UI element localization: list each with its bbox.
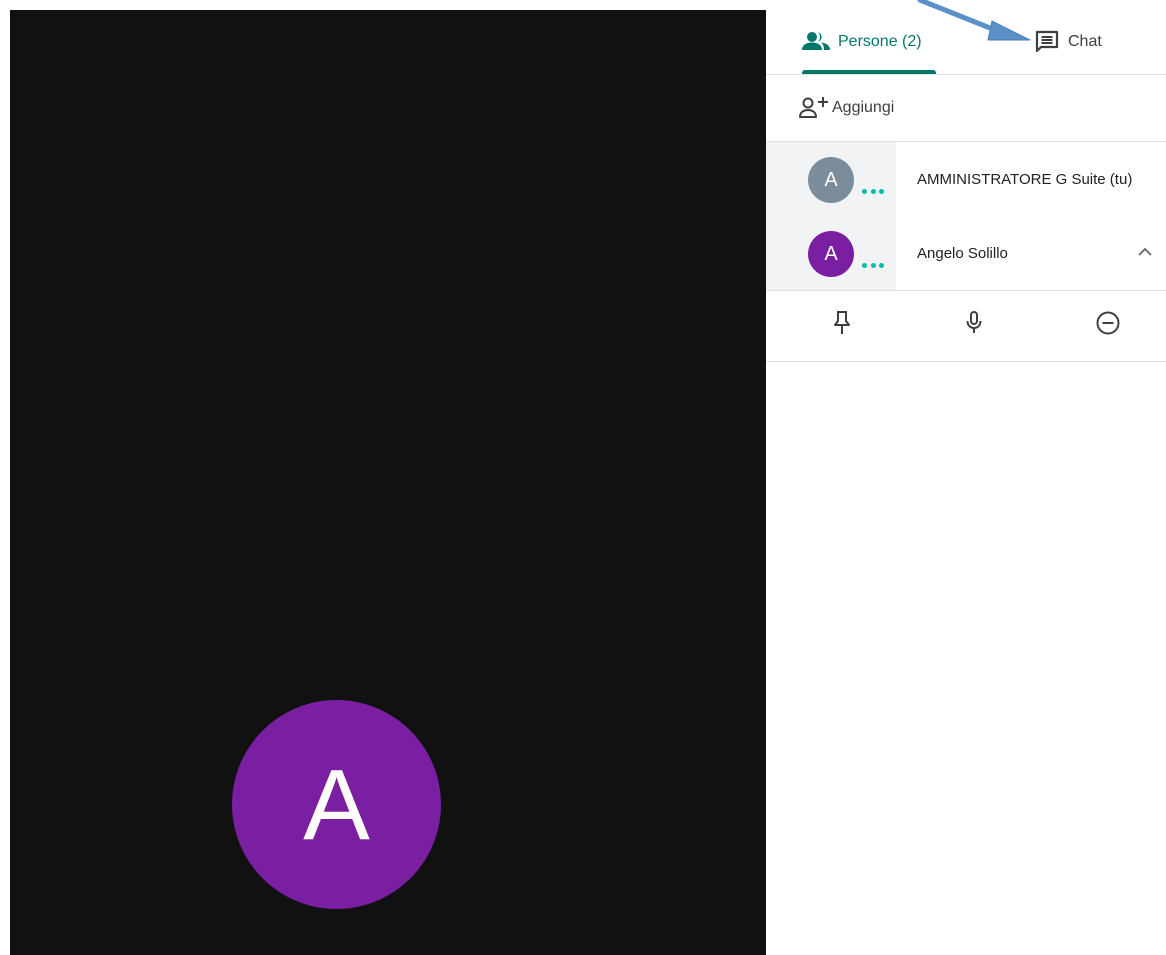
participant-actions [766,290,1166,362]
tab-people-label: Persone (2) [838,33,922,50]
chat-icon [1035,30,1059,53]
people-icon [802,32,830,50]
add-people-button[interactable]: Aggiungi [766,75,1166,142]
chevron-up-icon[interactable] [1136,245,1154,259]
pin-icon [834,311,850,334]
participant-name: Angelo Solillo [917,244,1008,262]
video-stage: A [10,10,766,955]
tab-chat[interactable]: Chat [1034,22,1102,62]
mute-button[interactable] [960,309,988,337]
active-tab-indicator [802,70,936,74]
panel-tabs: Persone (2) Chat [766,0,1166,75]
remove-participant-button[interactable] [1094,309,1122,337]
main-participant-avatar: A [232,700,441,909]
avatar: A [808,231,854,277]
participant-avatar-cell: A [766,216,896,290]
tab-people[interactable]: Persone (2) [802,22,922,62]
participant-avatar-cell: A [766,142,896,216]
remove-icon [1096,311,1120,335]
speaking-indicator-icon [862,180,884,194]
participant-list: A AMMINISTRATORE G Suite (tu) A Angelo S… [766,142,1166,290]
participants-panel: Persone (2) Chat Aggiungi A AMMINISTRATO… [766,0,1166,955]
avatar-initial: A [824,168,838,191]
participant-row[interactable]: A AMMINISTRATORE G Suite (tu) [766,142,1166,216]
add-people-label: Aggiungi [832,99,895,116]
add-person-icon [798,96,830,120]
participant-name: AMMINISTRATORE G Suite (tu) [917,170,1133,188]
tab-chat-label: Chat [1068,33,1102,50]
pin-button[interactable] [828,309,856,337]
avatar-initial: A [824,242,838,265]
main-avatar-initial: A [303,748,370,861]
microphone-icon [966,311,982,333]
meet-window: A Persone (2) Chat Aggiungi A AMMINISTRA… [0,0,1166,955]
avatar: A [808,157,854,203]
participant-row[interactable]: A Angelo Solillo [766,216,1166,290]
speaking-indicator-icon [862,254,884,268]
